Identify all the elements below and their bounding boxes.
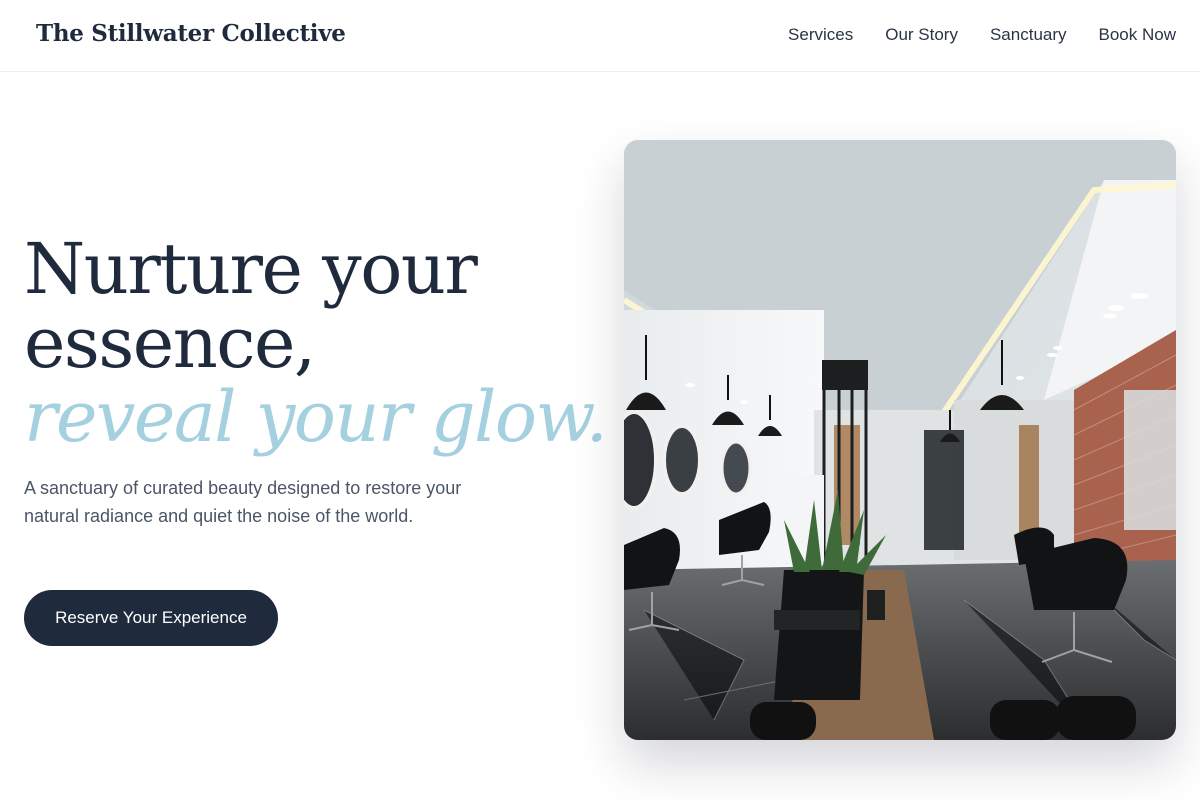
hero-headline: Nurture your essence, reveal your glow.	[24, 228, 608, 458]
headline-accent: reveal your glow.	[24, 376, 608, 458]
salon-interior-illustration	[624, 140, 1176, 740]
reserve-experience-button[interactable]: Reserve Your Experience	[24, 590, 278, 646]
hero-heading-block: Nurture your essence, reveal your glow.	[24, 228, 608, 458]
nav-link-services[interactable]: Services	[788, 25, 853, 45]
headline-line-2: essence,	[24, 302, 316, 384]
nav-link-book-now[interactable]: Book Now	[1099, 25, 1176, 45]
main-nav: Services Our Story Sanctuary Book Now	[788, 25, 1176, 45]
nav-link-our-story[interactable]: Our Story	[885, 25, 958, 45]
nav-link-sanctuary[interactable]: Sanctuary	[990, 25, 1067, 45]
salon-interior-photo	[624, 140, 1176, 740]
headline-line-1: Nurture your	[24, 228, 478, 310]
hero-subtext: A sanctuary of curated beauty designed t…	[24, 478, 462, 526]
top-navigation-bar: The Stillwater Collective Services Our S…	[0, 0, 1200, 72]
brand-logo[interactable]: The Stillwater Collective	[36, 20, 346, 47]
